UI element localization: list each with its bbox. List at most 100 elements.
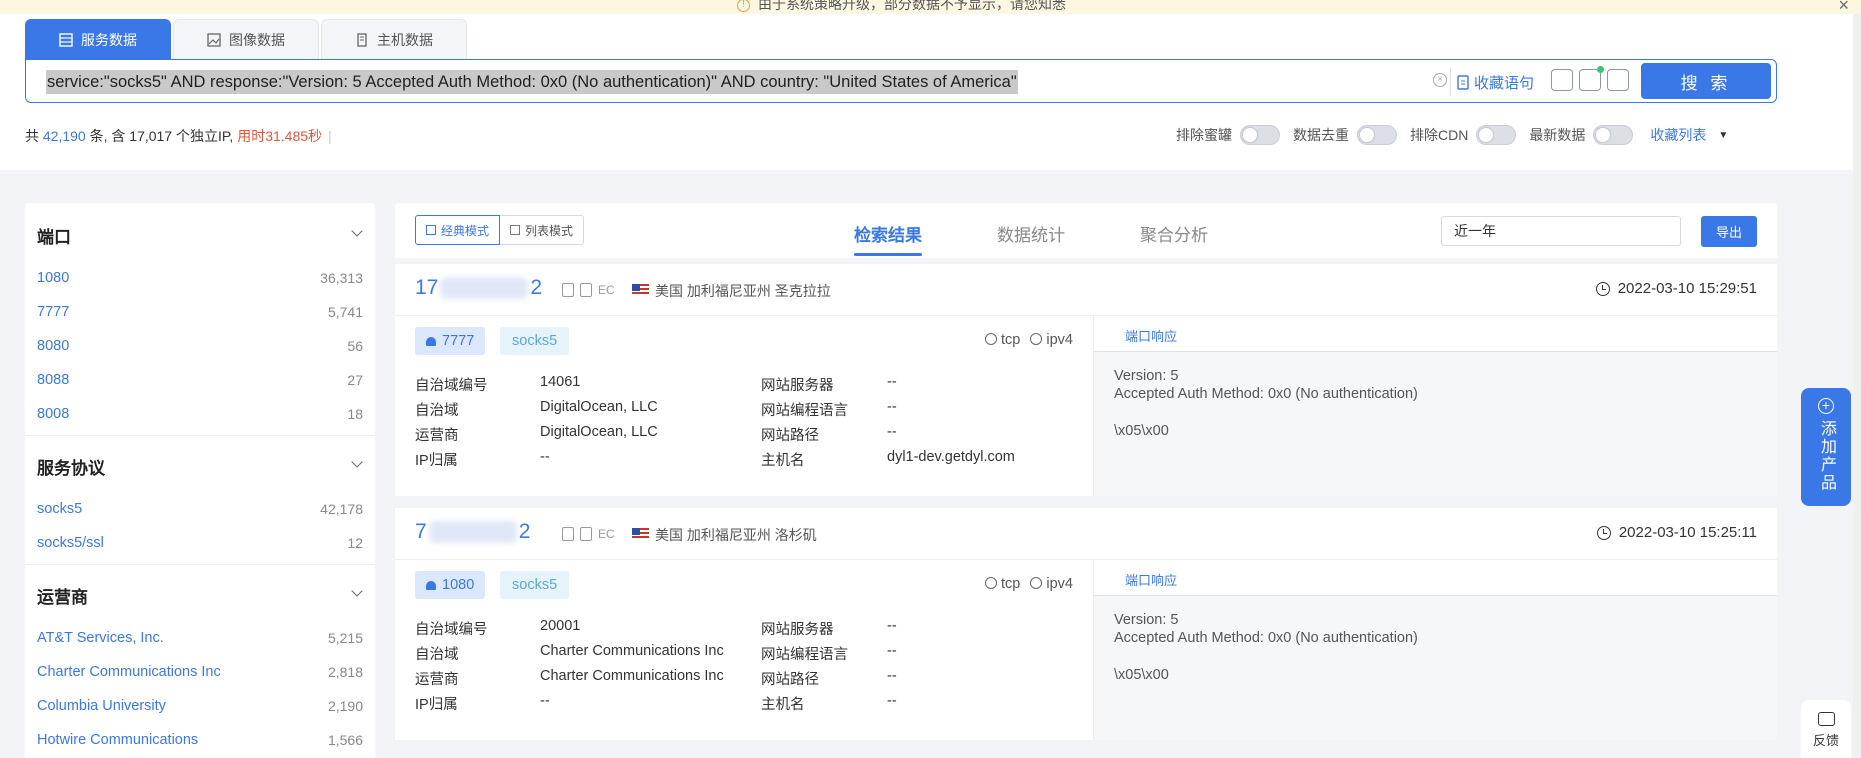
service-tag[interactable]: socks5 xyxy=(500,327,570,355)
close-icon[interactable]: × xyxy=(1838,0,1849,14)
port-tag[interactable]: 7777 xyxy=(415,327,486,355)
tab-port-response[interactable]: 端口响应 xyxy=(1122,570,1180,597)
document-icon[interactable] xyxy=(562,283,574,297)
ip-address-link[interactable]: 72 xyxy=(415,520,530,544)
add-product-button[interactable]: + 添加产品 xyxy=(1801,388,1851,506)
chevron-down-icon[interactable] xyxy=(351,456,363,468)
chevron-down-icon[interactable] xyxy=(351,585,363,597)
us-flag-icon xyxy=(632,528,649,540)
switch[interactable] xyxy=(1357,125,1397,145)
save-query-button[interactable]: 收藏语句 xyxy=(1450,68,1540,96)
isp-label: 运营商 xyxy=(415,672,459,688)
list-item[interactable]: socks5/ssl 12 xyxy=(37,535,363,551)
scan-icon[interactable] xyxy=(1551,69,1573,91)
list-item[interactable]: 7777 5,741 xyxy=(37,304,363,320)
switch[interactable] xyxy=(1593,125,1634,145)
asn-value[interactable]: 20001 xyxy=(540,618,580,634)
us-flag-icon xyxy=(632,284,649,296)
list-item[interactable]: 8080 56 xyxy=(37,338,363,354)
clock-icon xyxy=(1596,525,1611,540)
mode-label: 经典模式 xyxy=(441,223,490,238)
screenshot-icon[interactable] xyxy=(580,283,592,297)
toggle-exclude-honeypot: 排除蜜罐 xyxy=(1176,125,1280,145)
stats-prefix: 共 xyxy=(25,128,39,144)
gear-icon xyxy=(985,577,997,589)
list-item[interactable]: Columbia University 2,190 xyxy=(37,698,363,714)
lock-icon xyxy=(426,336,436,346)
tab-data-stats[interactable]: 数据统计 xyxy=(997,221,1065,246)
web-lang-label: 网站编程语言 xyxy=(761,403,848,419)
search-input[interactable]: service:"socks5" AND response:"Version: … xyxy=(46,70,1018,94)
toggle-label: 排除蜜罐 xyxy=(1176,127,1232,143)
as-value[interactable]: Charter Communications Inc xyxy=(540,643,724,659)
isp-label: 运营商 xyxy=(415,428,459,444)
web-server-label: 网站服务器 xyxy=(761,378,834,394)
list-item[interactable]: Charter Communications Inc 2,818 xyxy=(37,664,363,680)
tab-aggregate-analysis[interactable]: 聚合分析 xyxy=(1140,221,1208,246)
feedback-button[interactable]: 反馈 xyxy=(1801,700,1851,758)
toggle-label: 最新数据 xyxy=(1529,127,1586,143)
classic-mode-button[interactable]: 经典模式 xyxy=(415,215,501,245)
grid-icon xyxy=(426,225,436,235)
tab-port-response[interactable]: 端口响应 xyxy=(1122,326,1180,353)
image-search-icon[interactable] xyxy=(1579,66,1604,91)
ip-owner-value: -- xyxy=(540,449,550,465)
tcp-label: tcp xyxy=(1001,576,1021,592)
list-item[interactable]: socks5 42,178 xyxy=(37,501,363,517)
search-tools xyxy=(1551,66,1629,91)
ip-end: 2 xyxy=(530,276,543,299)
location-text: 美国 加利福尼亚州 圣克拉拉 xyxy=(655,283,831,299)
tab-service-data[interactable]: 服务数据 xyxy=(25,19,171,59)
list-item[interactable]: Hotwire Communications 1,566 xyxy=(37,732,363,748)
item-count: 5,741 xyxy=(327,304,363,320)
ec-icon[interactable]: EC xyxy=(598,527,615,541)
as-value[interactable]: DigitalOcean, LLC xyxy=(540,399,658,415)
web-server-label: 网站服务器 xyxy=(761,622,834,638)
scrollbar[interactable] xyxy=(1853,14,1861,758)
list-item[interactable]: 1080 36,313 xyxy=(37,270,363,286)
tab-image-data[interactable]: 图像数据 xyxy=(173,19,319,59)
favorites-list-dropdown[interactable]: 收藏列表 ▼ xyxy=(1650,125,1728,145)
section-title-port: 端口 xyxy=(37,228,71,247)
asn-value[interactable]: 14061 xyxy=(540,374,580,390)
port-tag[interactable]: 1080 xyxy=(415,571,486,599)
feedback-label: 反馈 xyxy=(1812,733,1839,748)
ec-icon[interactable]: EC xyxy=(598,283,615,297)
chevron-down-icon[interactable] xyxy=(351,225,363,237)
data-type-tabs: 服务数据 图像数据 主机数据 xyxy=(25,19,469,59)
list-item[interactable]: 8008 18 xyxy=(37,406,363,422)
switch[interactable] xyxy=(1240,125,1280,145)
service-tag[interactable]: socks5 xyxy=(500,571,570,599)
icon-hash-icon[interactable] xyxy=(1607,69,1629,91)
bookmark-icon xyxy=(1457,74,1469,90)
toggle-exclude-cdn: 排除CDN xyxy=(1410,125,1517,145)
divider xyxy=(25,435,375,436)
list-mode-button[interactable]: 列表模式 xyxy=(500,215,585,245)
switch[interactable] xyxy=(1476,125,1517,145)
ip-owner-label: IP归属 xyxy=(415,697,458,713)
filter-sidebar: 端口 1080 36,313 7777 5,741 8080 56 8088 27 80… xyxy=(25,203,375,758)
export-button[interactable]: 导出 xyxy=(1701,216,1757,247)
port-text: 1080 xyxy=(442,577,475,593)
clear-icon[interactable]: × xyxy=(1433,73,1447,87)
list-item[interactable]: 8088 27 xyxy=(37,372,363,388)
document-icon[interactable] xyxy=(562,527,574,541)
as-label: 自治域 xyxy=(415,647,459,663)
ip-start: 17 xyxy=(415,276,439,299)
isp-value[interactable]: DigitalOcean, LLC xyxy=(540,424,658,440)
tab-label: 图像数据 xyxy=(229,31,285,48)
item-label: 7777 xyxy=(37,304,70,320)
search-button[interactable]: 搜 索 xyxy=(1641,63,1771,99)
tab-search-results[interactable]: 检索结果 xyxy=(854,221,922,256)
time-range-select[interactable]: 近一年 xyxy=(1441,216,1681,246)
ip-address-link[interactable]: 17 2 xyxy=(415,276,542,300)
isp-value[interactable]: Charter Communications Inc xyxy=(540,668,724,684)
hostname-value[interactable]: dyl1-dev.getdyl.com xyxy=(887,449,1015,465)
item-label: AT&T Services, Inc. xyxy=(37,630,164,646)
add-product-label: 添加产品 xyxy=(1818,420,1835,492)
tab-host-data[interactable]: 主机数据 xyxy=(321,19,467,59)
lock-icon xyxy=(426,580,436,590)
screenshot-icon[interactable] xyxy=(580,527,592,541)
stats-divider: | xyxy=(328,128,332,144)
list-item[interactable]: AT&T Services, Inc. 5,215 xyxy=(37,630,363,646)
